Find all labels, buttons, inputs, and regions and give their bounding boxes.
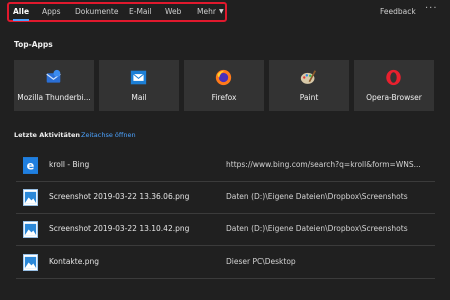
active-tab-indicator xyxy=(13,19,29,21)
app-tile-label: Paint xyxy=(299,93,319,102)
app-tile-thunderbird[interactable]: Mozilla Thunderbi... xyxy=(14,60,94,111)
search-scope-bar: Alle Apps Dokumente E-Mail Web Mehr ▼ Fee… xyxy=(0,0,450,26)
app-tile-label: Mozilla Thunderbi... xyxy=(17,93,91,102)
image-file-icon xyxy=(23,254,38,271)
tab-alle[interactable]: Alle xyxy=(13,7,29,16)
image-file-icon xyxy=(23,221,38,238)
tab-web[interactable]: Web xyxy=(165,7,181,16)
tab-apps[interactable]: Apps xyxy=(42,7,61,16)
recent-item[interactable]: e kroll - Bing https://www.bing.com/sear… xyxy=(16,151,435,181)
top-apps-heading: Top-Apps xyxy=(14,40,53,49)
recent-activity-heading: Letzte Aktivitäten xyxy=(14,131,81,139)
app-tile-firefox[interactable]: Firefox xyxy=(184,60,264,111)
svg-text:e: e xyxy=(27,160,35,173)
tab-dokumente[interactable]: Dokumente xyxy=(75,7,118,16)
app-tile-label: Mail xyxy=(131,93,147,102)
feedback-link[interactable]: Feedback xyxy=(380,7,416,16)
recent-item-name: kroll - Bing xyxy=(49,160,90,169)
mail-icon xyxy=(130,70,147,85)
recent-item-name: Kontakte.png xyxy=(49,257,99,266)
recent-item-path: Daten (D:)\Eigene Dateien\Dropbox\Screen… xyxy=(226,192,408,201)
more-options-icon[interactable]: ··· xyxy=(425,3,438,14)
recent-item-path: Daten (D:)\Eigene Dateien\Dropbox\Screen… xyxy=(226,224,408,233)
row-divider xyxy=(16,245,435,246)
paint-icon xyxy=(300,70,317,84)
row-divider xyxy=(16,213,435,214)
tab-email[interactable]: E-Mail xyxy=(129,7,152,16)
row-divider xyxy=(16,278,435,279)
open-timeline-link[interactable]: Zeitachse öffnen xyxy=(81,131,136,139)
recent-item-name: Screenshot 2019-03-22 13.36.06.png xyxy=(49,192,190,201)
app-tile-label: Firefox xyxy=(211,93,237,102)
image-file-icon xyxy=(23,189,38,206)
tab-mehr[interactable]: Mehr ▼ xyxy=(197,7,224,16)
opera-icon xyxy=(386,69,401,86)
firefox-icon xyxy=(215,69,232,86)
row-divider xyxy=(16,181,435,182)
recent-item-path: Dieser PC\Desktop xyxy=(226,257,296,266)
recent-item-name: Screenshot 2019-03-22 13.10.42.png xyxy=(49,224,190,233)
recent-item-path: https://www.bing.com/search?q=kroll&form… xyxy=(226,160,421,169)
tab-mehr-label: Mehr xyxy=(197,7,216,16)
app-tile-label: Opera-Browser xyxy=(366,93,422,102)
app-tile-opera[interactable]: Opera-Browser xyxy=(354,60,434,111)
recent-item[interactable]: Screenshot 2019-03-22 13.10.42.png Daten… xyxy=(16,215,435,245)
recent-item[interactable]: Screenshot 2019-03-22 13.36.06.png Daten… xyxy=(16,183,435,213)
recent-item[interactable]: Kontakte.png Dieser PC\Desktop xyxy=(16,248,435,278)
chevron-down-icon: ▼ xyxy=(218,8,224,15)
edge-icon: e xyxy=(23,157,38,174)
app-tile-paint[interactable]: Paint xyxy=(269,60,349,111)
thunderbird-icon xyxy=(46,69,61,83)
app-tile-mail[interactable]: Mail xyxy=(99,60,179,111)
